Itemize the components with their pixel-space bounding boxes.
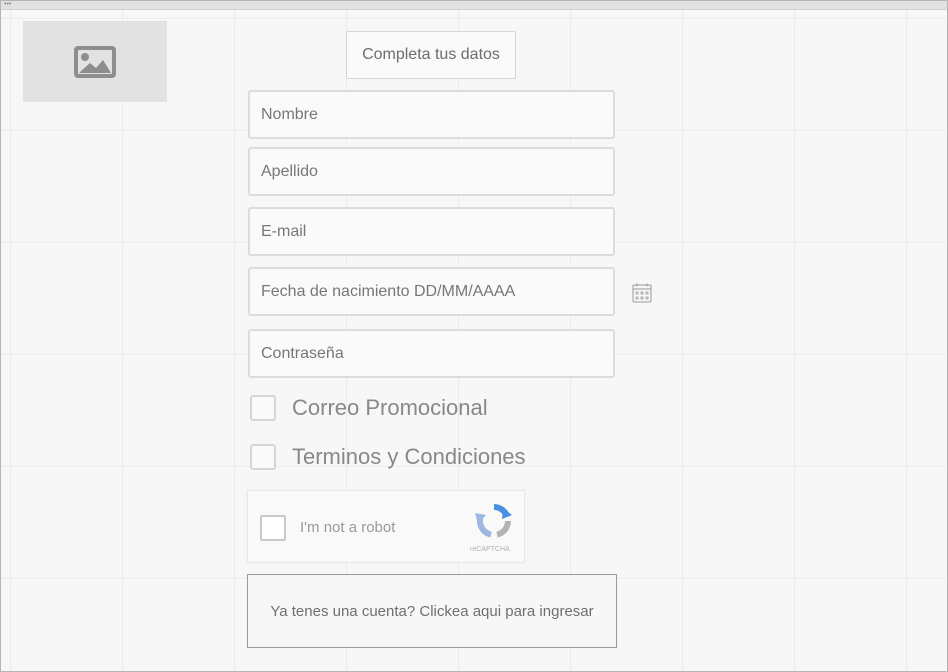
recaptcha-logo-icon [475,504,512,538]
recaptcha-checkbox[interactable] [260,515,286,541]
promo-email-option[interactable]: Correo Promocional [250,394,488,422]
password-field[interactable]: Contraseña [248,329,615,378]
recaptcha-label: I'm not a robot [300,519,396,536]
name-field[interactable]: Nombre [248,90,615,139]
window-top-bar: ••• [1,1,947,10]
wireframe-canvas: ••• Completa tus datos Nombre Apellido E… [0,0,948,672]
image-placeholder [23,21,167,102]
terms-label: Terminos y Condiciones [292,444,526,469]
promo-email-checkbox[interactable] [250,395,276,421]
calendar-icon[interactable] [632,283,652,303]
recaptcha-widget: I'm not a robot reCAPTCHA [247,490,525,563]
terms-option[interactable]: Terminos y Condiciones [250,443,526,471]
email-field[interactable]: E-mail [248,207,615,256]
page-title: Completa tus datos [346,31,516,79]
promo-email-label: Correo Promocional [292,395,488,420]
window-dots-icon: ••• [4,1,12,8]
login-link-button[interactable]: Ya tenes una cuenta? Clickea aqui para i… [247,574,617,648]
image-placeholder-icon [74,45,116,78]
terms-checkbox[interactable] [250,444,276,470]
birthdate-field[interactable]: Fecha de nacimiento DD/MM/AAAA [248,267,615,316]
last-name-field[interactable]: Apellido [248,147,615,196]
recaptcha-brand: reCAPTCHA [470,546,510,553]
